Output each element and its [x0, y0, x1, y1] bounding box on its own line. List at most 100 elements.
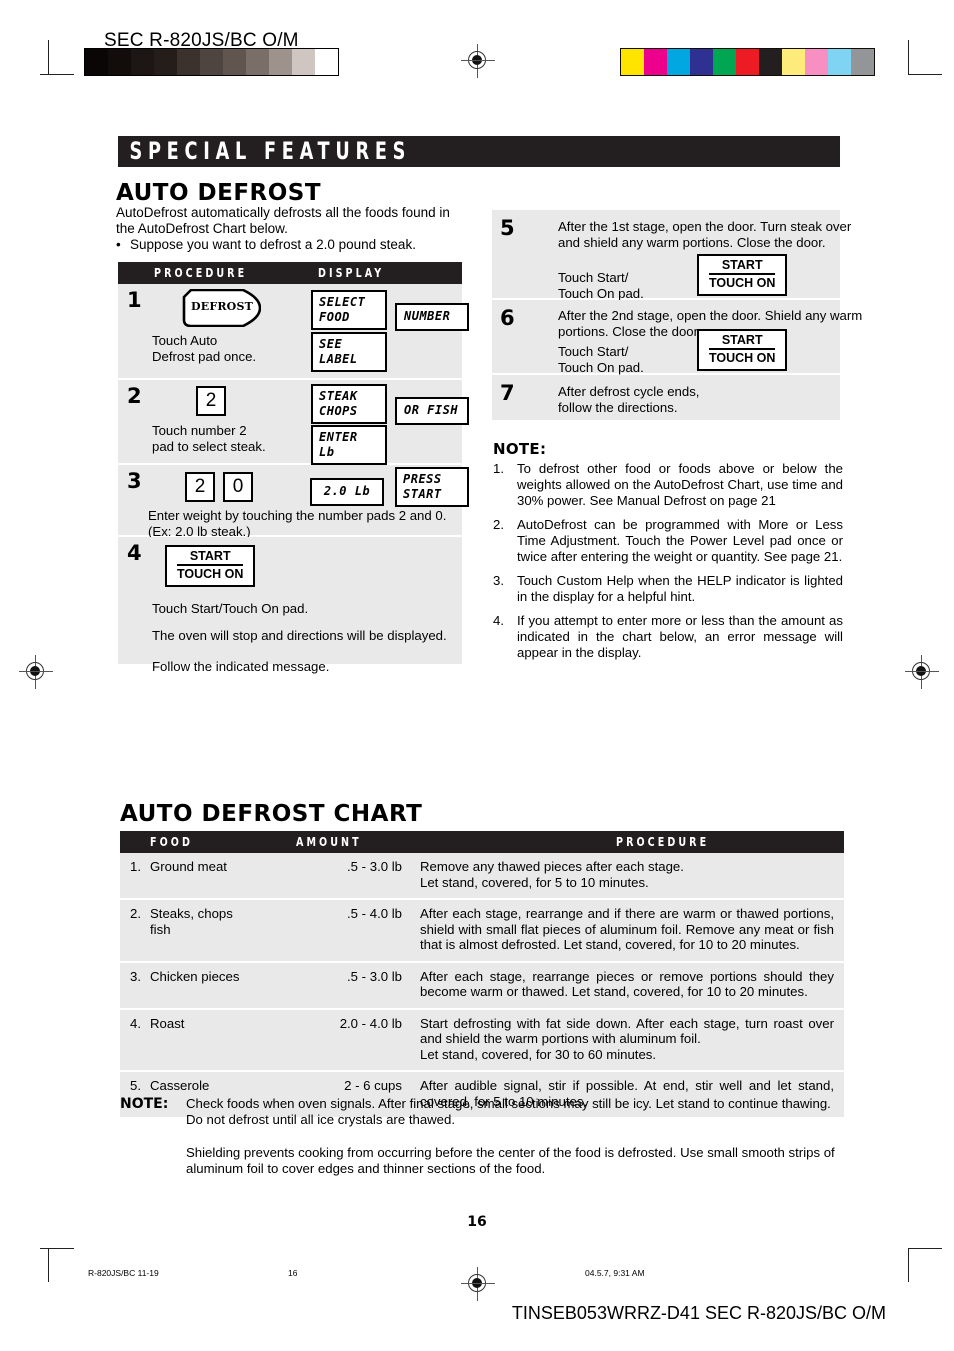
procedure-step-2: 2 2 Touch number 2 pad to select steak. … — [118, 380, 469, 465]
gray-swatch-1 — [108, 49, 131, 75]
number-pad-2[interactable]: 2 — [185, 472, 215, 502]
number-pad-0[interactable]: 0 — [223, 472, 253, 502]
start-touch-on-pad[interactable]: START TOUCH ON — [697, 254, 788, 296]
display-steak-chops: STEAK CHOPS — [311, 384, 387, 424]
note-item-text: Touch Custom Help when the HELP indicato… — [517, 573, 843, 604]
bottom-note-paragraph-1: Check foods when oven signals. After fin… — [186, 1096, 831, 1127]
chart-food-name: Steaks, chops fish — [150, 906, 233, 937]
start-pad-line2: TOUCH ON — [177, 567, 244, 581]
chart-column-header-procedure: PROCEDURE — [616, 834, 710, 849]
start-touch-on-pad[interactable]: START TOUCH ON — [165, 545, 256, 587]
chart-cell-procedure: After each stage, rearrange and if there… — [420, 906, 834, 952]
gray-swatch-0 — [85, 49, 108, 75]
chart-food-name: Roast — [150, 1015, 185, 1031]
color-calibration-strip — [620, 48, 875, 76]
chart-cell-food: 1. Ground meat — [120, 859, 272, 890]
gray-swatch-6 — [223, 49, 246, 75]
crop-mark-top-left-v — [48, 40, 49, 74]
step-number: 7 — [500, 381, 515, 405]
color-swatch-7 — [782, 49, 805, 75]
step-4-instruction-3: Follow the indicated message. — [152, 659, 330, 674]
gray-swatch-10 — [315, 49, 338, 75]
chart-food-name: Chicken pieces — [150, 968, 240, 984]
gray-swatch-8 — [269, 49, 292, 75]
step-5-instruction-1: After the 1st stage, open the door. Turn… — [558, 219, 852, 250]
procedure-step-7: 7 After defrost cycle ends, follow the d… — [492, 375, 840, 420]
chart-row: 3. Chicken pieces .5 - 3.0 lb After each st… — [120, 962, 844, 1010]
step-number: 6 — [500, 306, 515, 330]
auto-defrost-chart-heading: AUTO DEFROST CHART — [120, 801, 423, 827]
section-banner-label: SPECIAL FEATURES — [129, 137, 412, 165]
step-number: 2 — [127, 384, 142, 408]
color-swatch-4 — [713, 49, 736, 75]
footer-timestamp: 04.5.7, 9:31 AM — [585, 1268, 645, 1278]
display-weight-value: 2.0 Lb — [310, 478, 384, 506]
step-4-instruction-1: Touch Start/Touch On pad. — [152, 601, 309, 616]
color-swatch-6 — [759, 49, 782, 75]
footer-file-label: R-820JS/BC 11-19 — [88, 1268, 159, 1278]
registration-mark-left — [19, 655, 53, 689]
chart-cell-procedure: Remove any thawed pieces after each stag… — [420, 859, 684, 890]
note-list: 1. To defrost other food or foods above o… — [493, 461, 843, 669]
step-7-instruction: After defrost cycle ends, follow the dir… — [558, 384, 700, 415]
gray-swatch-7 — [246, 49, 269, 75]
display-or-fish: OR FISH — [395, 397, 469, 425]
bottom-note-paragraph-2: Shielding prevents cooking from occurrin… — [186, 1145, 835, 1176]
color-swatch-0 — [621, 49, 644, 75]
chart-cell-procedure: After each stage, rearrange pieces or re… — [420, 968, 834, 1000]
procedure-step-6: 6 After the 2nd stage, open the door. Sh… — [492, 300, 862, 375]
start-touch-on-pad[interactable]: START TOUCH ON — [697, 329, 788, 371]
grayscale-calibration-strip — [84, 48, 339, 76]
display-column-header: DISPLAY — [318, 265, 385, 280]
defrost-pad-button[interactable]: DEFROST — [181, 288, 262, 328]
chart-cell-amount: .5 - 3.0 lb — [347, 968, 402, 984]
auto-defrost-intro: AutoDefrost automatically defrosts all t… — [116, 205, 450, 236]
note-item-text: AutoDefrost can be programmed with More … — [517, 517, 843, 564]
page-number: 16 — [467, 1214, 487, 1230]
auto-defrost-bullet: • Suppose you want to defrost a 2.0 pound… — [116, 237, 468, 253]
step-number: 4 — [127, 541, 142, 565]
gray-swatch-5 — [200, 49, 223, 75]
defrost-pad-label: DEFROST — [191, 300, 253, 313]
step-number: 1 — [127, 288, 142, 312]
chart-row: 2. Steaks, chops fish .5 - 4.0 lb After eac… — [120, 900, 844, 963]
color-swatch-3 — [690, 49, 713, 75]
procedure-step-3: 3 2 0 Enter weight by touching the numbe… — [118, 465, 469, 539]
note-heading: NOTE: — [493, 440, 547, 458]
chart-cell-food: 2. Steaks, chops fish — [120, 906, 272, 953]
color-swatch-9 — [828, 49, 851, 75]
step-number: 3 — [127, 469, 142, 493]
color-swatch-2 — [667, 49, 690, 75]
step-4-instruction-2: The oven will stop and directions will b… — [152, 628, 447, 643]
note-item-index: 2. — [493, 517, 504, 532]
chart-table-header: FOOD AMOUNT PROCEDURE — [120, 831, 844, 853]
right-steps-table: 5 After the 1st stage, open the door. Tu… — [492, 210, 862, 420]
procedure-table-header: PROCEDURE DISPLAY — [118, 262, 462, 284]
display-see-label: SEE LABEL — [311, 332, 387, 372]
bottom-note: NOTE: Check foods when oven signals. Aft… — [120, 1096, 848, 1177]
number-pad-2[interactable]: 2 — [196, 386, 226, 416]
step-3-instruction: Enter weight by touching the number pads… — [148, 508, 447, 539]
start-pad-line1: START — [709, 258, 776, 275]
chart-column-header-food: FOOD — [150, 834, 193, 849]
auto-defrost-heading: AUTO DEFROST — [116, 180, 322, 206]
gray-swatch-4 — [177, 49, 200, 75]
bottom-note-body: Check foods when oven signals. After fin… — [186, 1096, 848, 1177]
display-select-food: SELECT FOOD — [311, 290, 387, 330]
chart-cell-amount: 2.0 - 4.0 lb — [339, 1015, 402, 1031]
registration-mark-right — [905, 655, 939, 689]
gray-swatch-3 — [154, 49, 177, 75]
note-item: 1. To defrost other food or foods above o… — [493, 461, 843, 509]
chart-rows-container: 1. Ground meat .5 - 3.0 lb Remove any thawe… — [120, 853, 844, 1117]
procedure-step-1: 1 DEFROST Touch Auto Defrost pad once. S… — [118, 284, 469, 380]
note-item: 2. AutoDefrost can be programmed with Mor… — [493, 517, 843, 565]
note-item-text: To defrost other food or foods above or … — [517, 461, 843, 508]
note-item: 4. If you attempt to enter more or less t… — [493, 613, 843, 661]
start-pad-line2: TOUCH ON — [709, 276, 776, 290]
auto-defrost-bullet-text: Suppose you want to defrost a 2.0 pound … — [130, 237, 416, 252]
crop-mark-bottom-left-v — [48, 1248, 49, 1282]
crop-mark-bottom-left-h — [40, 1248, 74, 1249]
crop-mark-top-left-h — [40, 74, 74, 75]
chart-cell-procedure: Start defrosting with fat side down. Aft… — [420, 1015, 834, 1062]
footer-page-label: 16 — [288, 1268, 298, 1278]
